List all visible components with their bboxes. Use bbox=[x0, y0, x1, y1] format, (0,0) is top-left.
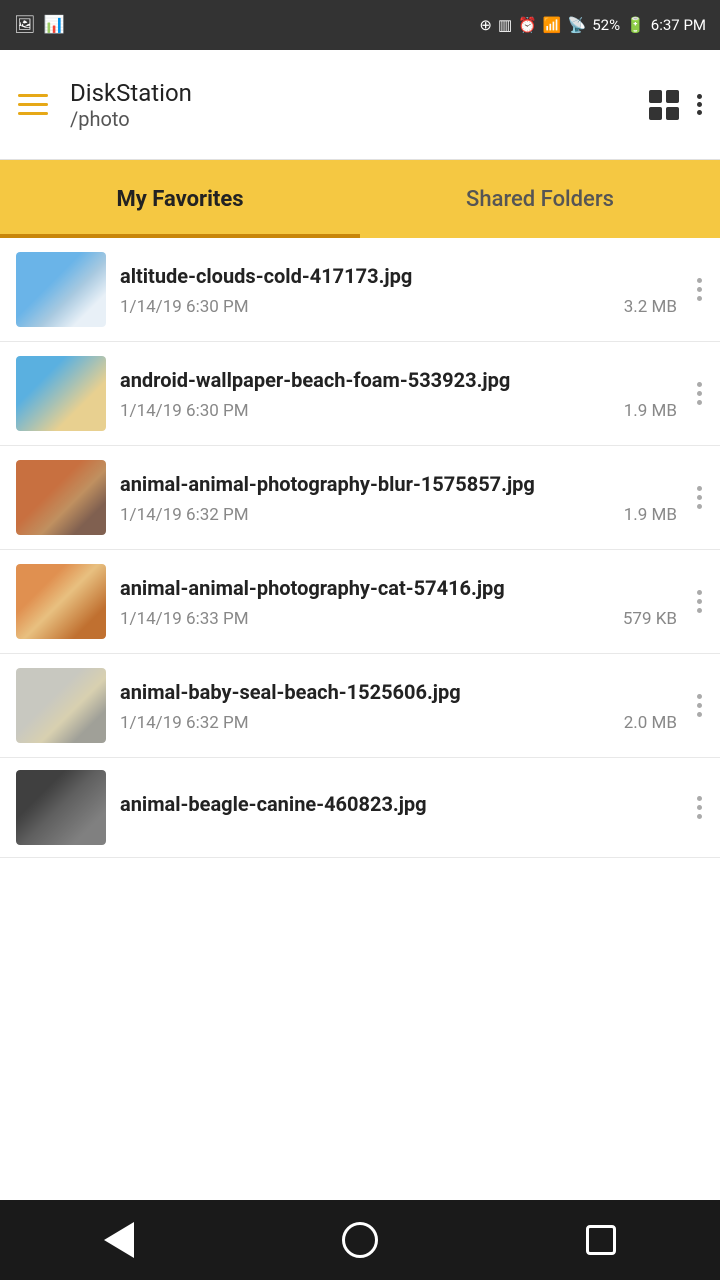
file-meta: 1/14/19 6:30 PM 1.9 MB bbox=[120, 401, 677, 421]
list-item[interactable]: altitude-clouds-cold-417173.jpg 1/14/19 … bbox=[0, 238, 720, 342]
file-date: 1/14/19 6:32 PM bbox=[120, 713, 249, 733]
app-title-block: DiskStation /photo bbox=[70, 79, 649, 131]
chart-icon: 📊 bbox=[44, 15, 65, 35]
file-info: animal-baby-seal-beach-1525606.jpg 1/14/… bbox=[120, 679, 677, 733]
file-info: animal-beagle-canine-460823.jpg bbox=[120, 791, 677, 825]
more-options-button[interactable] bbox=[697, 94, 702, 115]
file-date: 1/14/19 6:32 PM bbox=[120, 505, 249, 525]
file-thumbnail bbox=[16, 356, 106, 431]
tab-shared-folders[interactable]: Shared Folders bbox=[360, 160, 720, 238]
file-menu-button[interactable] bbox=[691, 792, 708, 823]
home-button[interactable] bbox=[342, 1222, 378, 1258]
file-thumbnail bbox=[16, 668, 106, 743]
time-display: 6:37 PM bbox=[651, 16, 706, 34]
recents-button[interactable] bbox=[586, 1225, 616, 1255]
file-name: animal-baby-seal-beach-1525606.jpg bbox=[120, 679, 677, 705]
back-button[interactable] bbox=[104, 1222, 134, 1258]
app-title: DiskStation bbox=[70, 79, 649, 107]
app-subtitle: /photo bbox=[70, 107, 649, 131]
file-menu-button[interactable] bbox=[691, 690, 708, 721]
file-menu-button[interactable] bbox=[691, 274, 708, 305]
list-item[interactable]: animal-beagle-canine-460823.jpg bbox=[0, 758, 720, 858]
signal-icon: 📡 bbox=[568, 16, 587, 34]
file-meta: 1/14/19 6:32 PM 2.0 MB bbox=[120, 713, 677, 733]
file-size: 2.0 MB bbox=[624, 713, 677, 733]
tab-my-favorites[interactable]: My Favorites bbox=[0, 160, 360, 238]
battery-percent: 52% bbox=[592, 16, 620, 34]
sync-icon: ⊕ bbox=[479, 16, 492, 34]
file-list: altitude-clouds-cold-417173.jpg 1/14/19 … bbox=[0, 238, 720, 858]
file-thumbnail bbox=[16, 252, 106, 327]
battery-icon: 🔋 bbox=[626, 16, 645, 34]
file-meta: 1/14/19 6:33 PM 579 KB bbox=[120, 609, 677, 629]
file-size: 1.9 MB bbox=[624, 401, 677, 421]
list-item[interactable]: animal-animal-photography-blur-1575857.j… bbox=[0, 446, 720, 550]
file-date: 1/14/19 6:30 PM bbox=[120, 297, 249, 317]
file-size: 1.9 MB bbox=[624, 505, 677, 525]
status-right-info: ⊕ ▥ ⏰ 📶 📡 52% 🔋 6:37 PM bbox=[479, 16, 706, 34]
wifi-icon: 📶 bbox=[543, 16, 562, 34]
app-bar: DiskStation /photo bbox=[0, 50, 720, 160]
file-thumbnail bbox=[16, 460, 106, 535]
grid-view-button[interactable] bbox=[649, 90, 679, 120]
file-size: 3.2 MB bbox=[624, 297, 677, 317]
vibrate-icon: ▥ bbox=[498, 16, 512, 34]
file-meta: 1/14/19 6:30 PM 3.2 MB bbox=[120, 297, 677, 317]
photo-icon: 🖼 bbox=[14, 15, 36, 35]
file-menu-button[interactable] bbox=[691, 378, 708, 409]
file-thumbnail bbox=[16, 770, 106, 845]
file-info: android-wallpaper-beach-foam-533923.jpg … bbox=[120, 367, 677, 421]
file-meta: 1/14/19 6:32 PM 1.9 MB bbox=[120, 505, 677, 525]
list-item[interactable]: android-wallpaper-beach-foam-533923.jpg … bbox=[0, 342, 720, 446]
file-menu-button[interactable] bbox=[691, 586, 708, 617]
file-name: android-wallpaper-beach-foam-533923.jpg bbox=[120, 367, 677, 393]
bottom-nav bbox=[0, 1200, 720, 1280]
file-thumbnail bbox=[16, 564, 106, 639]
tabs: My Favorites Shared Folders bbox=[0, 160, 720, 238]
status-bar: 🖼 📊 ⊕ ▥ ⏰ 📶 📡 52% 🔋 6:37 PM bbox=[0, 0, 720, 50]
file-name: animal-animal-photography-blur-1575857.j… bbox=[120, 471, 677, 497]
file-date: 1/14/19 6:30 PM bbox=[120, 401, 249, 421]
file-info: animal-animal-photography-cat-57416.jpg … bbox=[120, 575, 677, 629]
file-info: altitude-clouds-cold-417173.jpg 1/14/19 … bbox=[120, 263, 677, 317]
file-name: animal-beagle-canine-460823.jpg bbox=[120, 791, 677, 817]
status-left-icons: 🖼 📊 bbox=[14, 15, 65, 35]
file-name: animal-animal-photography-cat-57416.jpg bbox=[120, 575, 677, 601]
file-menu-button[interactable] bbox=[691, 482, 708, 513]
hamburger-button[interactable] bbox=[18, 94, 48, 115]
list-item[interactable]: animal-animal-photography-cat-57416.jpg … bbox=[0, 550, 720, 654]
list-item[interactable]: animal-baby-seal-beach-1525606.jpg 1/14/… bbox=[0, 654, 720, 758]
alarm-icon: ⏰ bbox=[518, 16, 537, 34]
app-bar-actions bbox=[649, 90, 702, 120]
file-name: altitude-clouds-cold-417173.jpg bbox=[120, 263, 677, 289]
file-date: 1/14/19 6:33 PM bbox=[120, 609, 249, 629]
file-size: 579 KB bbox=[623, 609, 677, 629]
file-info: animal-animal-photography-blur-1575857.j… bbox=[120, 471, 677, 525]
